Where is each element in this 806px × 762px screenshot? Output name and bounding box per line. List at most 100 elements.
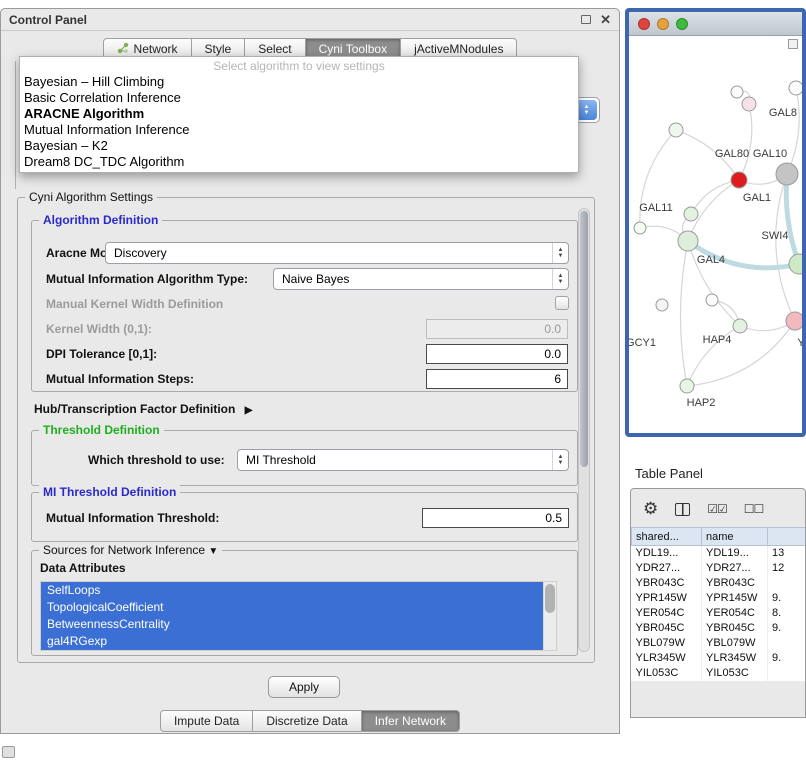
which-threshold-combobox[interactable]: MI Threshold ▲▼ bbox=[237, 449, 569, 471]
attribute-item[interactable]: BetweennessCentrality bbox=[41, 616, 543, 633]
network-node[interactable] bbox=[706, 294, 718, 306]
network-canvas-area[interactable]: GAL8GAL80GAL10GAL11GAL1SWI4GAL4GCY1HAP4H… bbox=[629, 36, 802, 433]
table-row[interactable]: YLR345WYLR345W9. bbox=[632, 651, 806, 666]
data-attributes-list[interactable]: SelfLoopsTopologicalCoefficientBetweenne… bbox=[40, 581, 557, 651]
table-row[interactable]: YBR043CYBR043C bbox=[632, 576, 806, 591]
dropdown-placeholder: Select algorithm to view settings bbox=[20, 59, 578, 74]
network-edge[interactable] bbox=[787, 88, 799, 174]
column-header-shared[interactable]: shared... bbox=[632, 528, 702, 546]
apply-button-label: Apply bbox=[289, 680, 319, 694]
sources-title-text: Sources for Network Inference bbox=[43, 543, 205, 557]
table-row[interactable]: YBL079WYBL079W bbox=[632, 636, 806, 651]
table-row[interactable]: YIL053CYIL053C bbox=[632, 666, 806, 681]
cyni-algorithm-settings-group: Cyni Algorithm Settings Algorithm Defini… bbox=[17, 197, 595, 663]
algorithm-option[interactable]: Mutual Information Inference bbox=[20, 122, 578, 138]
column-header-name[interactable]: name bbox=[702, 528, 768, 546]
network-canvas[interactable]: GAL8GAL80GAL10GAL11GAL1SWI4GAL4GCY1HAP4H… bbox=[629, 36, 802, 433]
algorithm-definition-group: Algorithm Definition Aracne Mode: Discov… bbox=[31, 220, 578, 392]
table-row[interactable]: YER054CYER054C8. bbox=[632, 606, 806, 621]
tab-label: jActiveMNodules bbox=[414, 42, 503, 56]
tab-impute-data[interactable]: Impute Data bbox=[160, 710, 253, 732]
table-row[interactable]: YDR27...YDR27...12 bbox=[632, 561, 806, 576]
table-panel-window: ⚙ ☑☑ ☐☐ shared... name YDL19...YDL19...1… bbox=[630, 488, 806, 718]
network-node[interactable] bbox=[776, 163, 798, 185]
algorithm-dropdown-popup: Select algorithm to view settings Bayesi… bbox=[19, 56, 579, 173]
network-edge[interactable] bbox=[786, 174, 799, 264]
table-panel-title: Table Panel bbox=[635, 466, 703, 481]
close-icon[interactable]: ✕ bbox=[600, 15, 611, 25]
network-window-titlebar[interactable] bbox=[629, 12, 802, 36]
algorithm-option[interactable]: Bayesian – Hill Climbing bbox=[20, 74, 578, 90]
minimize-traffic-light[interactable] bbox=[657, 18, 669, 30]
network-node[interactable] bbox=[731, 172, 747, 188]
network-node[interactable] bbox=[789, 254, 802, 274]
settings-scrollbar[interactable] bbox=[578, 208, 590, 652]
network-edge[interactable] bbox=[739, 104, 752, 180]
column-header-extra[interactable] bbox=[768, 528, 806, 546]
control-panel-titlebar[interactable]: Control Panel ✕ bbox=[1, 9, 619, 31]
apply-button[interactable]: Apply bbox=[268, 676, 340, 698]
network-node[interactable] bbox=[742, 97, 756, 111]
mi-type-value: Naive Bayes bbox=[282, 272, 349, 286]
network-node-label: GAL80 bbox=[715, 148, 749, 160]
algorithm-option[interactable]: Dream8 DC_TDC Algorithm bbox=[20, 154, 578, 170]
select-all-columns-icon[interactable]: ☑☑ bbox=[707, 502, 727, 516]
tab-label: Style bbox=[205, 42, 232, 56]
deselect-all-columns-icon[interactable]: ☐☐ bbox=[744, 502, 764, 516]
network-node[interactable] bbox=[634, 222, 646, 234]
data-attributes-label: Data Attributes bbox=[40, 561, 126, 575]
expand-right-icon[interactable]: ▶ bbox=[245, 405, 253, 416]
tab-discretize-data[interactable]: Discretize Data bbox=[253, 710, 361, 732]
network-node[interactable] bbox=[789, 81, 802, 95]
mi-type-combobox[interactable]: Naive Bayes ▲▼ bbox=[273, 268, 569, 290]
algorithm-option[interactable]: Basic Correlation Inference bbox=[20, 90, 578, 106]
mi-type-label: Mutual Information Algorithm Type: bbox=[46, 272, 248, 286]
network-node[interactable] bbox=[684, 207, 698, 221]
network-node[interactable] bbox=[731, 86, 743, 98]
zoom-traffic-light[interactable] bbox=[676, 18, 688, 30]
algorithm-option[interactable]: Bayesian – K2 bbox=[20, 138, 578, 154]
threshold-definition-group: Threshold Definition Which threshold to … bbox=[31, 430, 578, 486]
network-node[interactable] bbox=[786, 312, 802, 330]
kernel-width-input[interactable] bbox=[426, 319, 568, 339]
close-traffic-light[interactable] bbox=[638, 18, 650, 30]
network-edge[interactable] bbox=[680, 241, 688, 386]
network-node-label: Y bbox=[797, 337, 802, 349]
mi-threshold-input[interactable] bbox=[422, 508, 569, 528]
minimized-panel-icon[interactable] bbox=[2, 746, 15, 758]
sources-title: Sources for Network Inference ▼ bbox=[39, 543, 222, 557]
algorithm-option[interactable]: ARACNE Algorithm bbox=[20, 106, 578, 122]
tab-infer-network[interactable]: Infer Network bbox=[362, 710, 460, 732]
network-node-label: GAL1 bbox=[743, 192, 771, 204]
dpi-tolerance-input[interactable] bbox=[426, 344, 568, 364]
collapse-down-icon[interactable]: ▼ bbox=[208, 546, 218, 557]
attribute-item[interactable]: gal4RGexp bbox=[41, 633, 543, 650]
window-title: Control Panel bbox=[9, 13, 87, 27]
float-window-icon[interactable] bbox=[581, 15, 591, 24]
mi-steps-input[interactable] bbox=[426, 369, 568, 389]
table-header-row: shared... name bbox=[632, 528, 806, 546]
table-row[interactable]: YBR045CYBR045C9. bbox=[632, 621, 806, 636]
birdseye-toggle-icon[interactable] bbox=[788, 39, 798, 49]
attribute-item[interactable]: SelfLoops bbox=[41, 582, 543, 599]
column-layout-icon[interactable] bbox=[675, 503, 690, 516]
scrollbar-thumb[interactable] bbox=[580, 211, 588, 467]
attribute-item[interactable]: TopologicalCoefficient bbox=[41, 599, 543, 616]
network-node[interactable] bbox=[678, 231, 698, 251]
tab-label: Select bbox=[258, 42, 291, 56]
network-node[interactable] bbox=[656, 299, 668, 311]
control-panel-window: Control Panel ✕ Network Style bbox=[0, 8, 620, 734]
network-node[interactable] bbox=[733, 319, 747, 333]
network-node[interactable] bbox=[680, 379, 694, 393]
combobox-stepper-icon[interactable]: ▲▼ bbox=[576, 100, 597, 120]
table-settings-gear-icon[interactable]: ⚙ bbox=[643, 501, 658, 517]
combobox-stepper-icon: ▲▼ bbox=[552, 269, 568, 289]
algorithm-option-list: Bayesian – Hill ClimbingBasic Correlatio… bbox=[20, 74, 578, 170]
table-row[interactable]: YDL19...YDL19...13 bbox=[632, 546, 806, 561]
scrollbar-thumb[interactable] bbox=[545, 584, 555, 613]
attributes-scrollbar[interactable] bbox=[543, 582, 556, 650]
table-row[interactable]: YPR145WYPR145W9. bbox=[632, 591, 806, 606]
aracne-mode-combobox[interactable]: Discovery ▲▼ bbox=[105, 242, 569, 264]
network-node[interactable] bbox=[669, 123, 683, 137]
manual-kernel-checkbox[interactable] bbox=[555, 296, 569, 310]
